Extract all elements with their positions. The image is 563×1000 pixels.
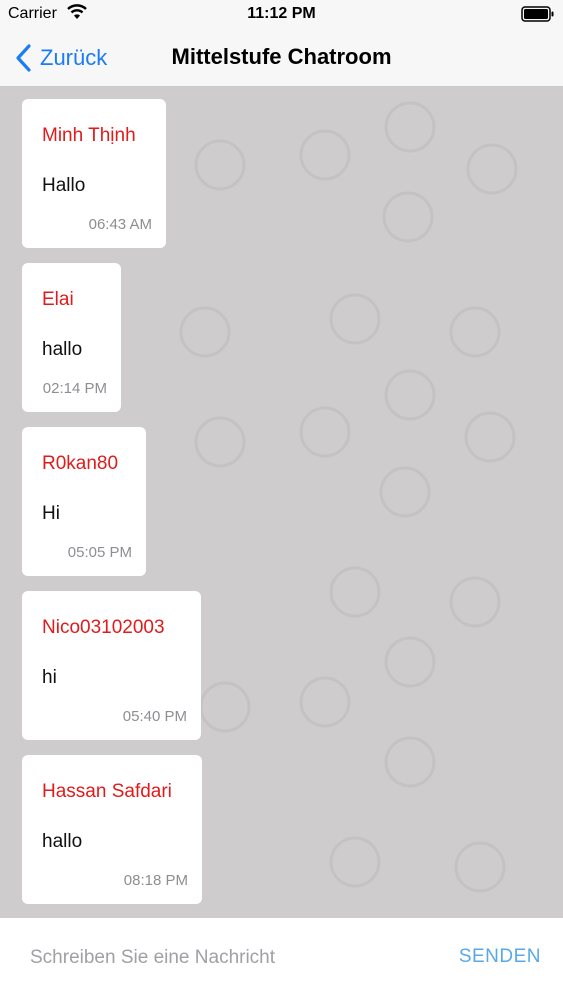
- status-time: 11:12 PM: [247, 5, 316, 22]
- message-bubble: R0kan80 Hi 05:05 PM: [22, 427, 146, 576]
- send-button[interactable]: SENDEN: [459, 946, 541, 968]
- message-bubble: Nico03102003 hi 05:40 PM: [22, 591, 201, 740]
- message-sender: Hassan Safdari: [42, 781, 172, 802]
- message-sender: Nico03102003: [42, 617, 165, 638]
- message-text: Hallo: [42, 175, 86, 196]
- message-sender: Minh Thịnh: [42, 125, 136, 146]
- message-time: 02:14 PM: [42, 380, 107, 397]
- message-text: Hi: [42, 503, 60, 524]
- message-sender: Elai: [42, 289, 74, 310]
- message-time: 05:40 PM: [122, 708, 187, 725]
- message-text: hallo: [42, 831, 83, 852]
- status-bar: Carrier 11:12 PM: [0, 0, 563, 30]
- chat-area[interactable]: Minh Thịnh Hallo 06:43 AM Elai hallo 02:…: [0, 87, 563, 918]
- message-composer: SENDEN: [0, 918, 563, 1000]
- navigation-bar: Zurück Mittelstufe Chatroom: [0, 30, 563, 87]
- message-input[interactable]: [28, 942, 432, 974]
- message-text: hallo: [42, 339, 83, 360]
- message-time: 08:18 PM: [123, 872, 188, 889]
- battery-icon: [521, 6, 554, 22]
- message-bubble: Minh Thịnh Hallo 06:43 AM: [22, 99, 166, 248]
- message-sender: R0kan80: [42, 453, 119, 474]
- message-time: 06:43 AM: [88, 216, 152, 233]
- message-bubble: Elai hallo 02:14 PM: [22, 263, 121, 412]
- page-title: Mittelstufe Chatroom: [171, 44, 392, 69]
- message-text: hi: [42, 667, 57, 688]
- message-bubble: Hassan Safdari hallo 08:18 PM: [22, 755, 202, 904]
- message-time: 05:05 PM: [67, 544, 132, 561]
